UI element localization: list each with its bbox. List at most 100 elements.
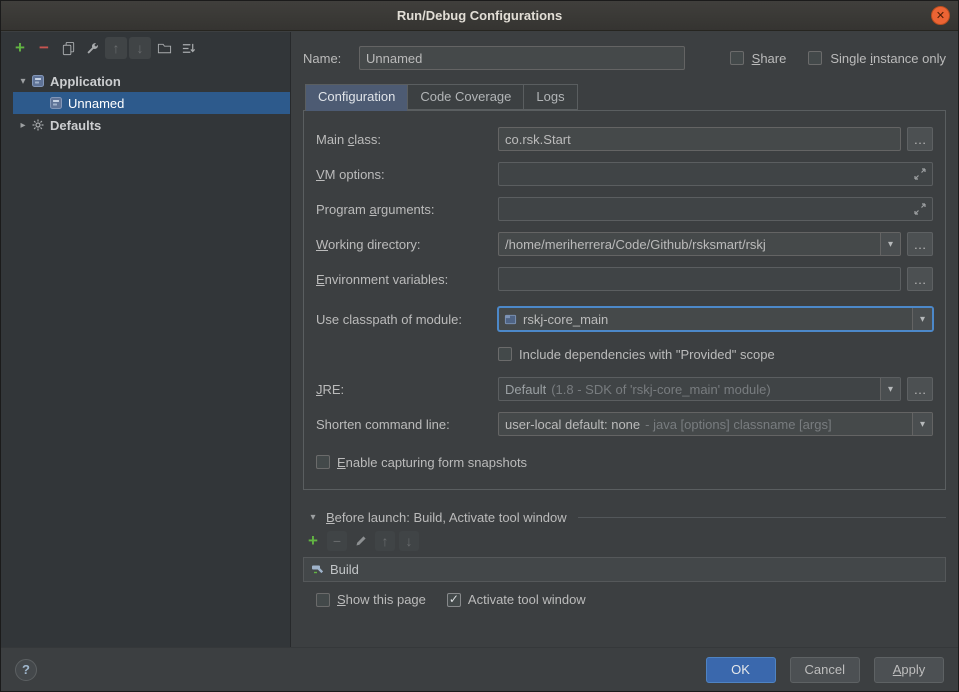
arrow-up-icon: ↑ xyxy=(113,40,120,56)
tab-configuration[interactable]: Configuration xyxy=(305,84,408,111)
include-provided-row: Include dependencies with "Provided" sco… xyxy=(316,342,933,366)
include-provided-checkbox[interactable] xyxy=(498,347,512,361)
tree-item-label: Defaults xyxy=(50,118,101,133)
configurations-sidebar: + − ↑ ↓ ▾ xyxy=(1,32,291,647)
before-launch-edit-button[interactable] xyxy=(351,531,371,551)
environment-variables-input[interactable] xyxy=(499,272,900,287)
footer-buttons: OK Cancel Apply xyxy=(706,657,944,683)
vm-options-input[interactable] xyxy=(499,167,913,182)
edit-defaults-button[interactable] xyxy=(81,37,103,59)
name-label: Name: xyxy=(303,51,359,66)
before-launch-title: Before launch: Build, Activate tool wind… xyxy=(326,510,567,525)
plus-icon: + xyxy=(308,531,318,551)
chevron-down-icon[interactable]: ▾ xyxy=(305,512,321,523)
add-configuration-button[interactable]: + xyxy=(9,37,31,59)
share-checkbox[interactable] xyxy=(730,51,744,65)
single-instance-checkbox[interactable] xyxy=(808,51,822,65)
shorten-command-line-hint: - java [options] classname [args] xyxy=(645,417,831,432)
dropdown-arrow-icon[interactable]: ▾ xyxy=(880,378,900,400)
jre-combobox[interactable]: Default (1.8 - SDK of 'rskj-core_main' m… xyxy=(498,377,901,401)
working-directory-browse-button[interactable]: … xyxy=(907,232,933,256)
move-down-button[interactable]: ↓ xyxy=(129,37,151,59)
shorten-command-line-value: user-local default: none xyxy=(499,417,640,432)
working-directory-row: Working directory: ▾ … xyxy=(316,232,933,256)
application-icon xyxy=(31,74,45,88)
header-checkboxes: Share Single instance only xyxy=(730,51,946,66)
environment-variables-field[interactable] xyxy=(498,267,901,291)
remove-configuration-button[interactable]: − xyxy=(33,37,55,59)
expand-icon[interactable] xyxy=(913,167,927,181)
ellipsis-icon: … xyxy=(914,237,927,252)
tab-code-coverage[interactable]: Code Coverage xyxy=(407,84,524,110)
dropdown-arrow-icon[interactable]: ▾ xyxy=(880,233,900,255)
close-icon: ✕ xyxy=(936,9,945,22)
chevron-down-icon[interactable]: ▾ xyxy=(15,76,31,87)
titlebar[interactable]: Run/Debug Configurations ✕ xyxy=(1,1,958,31)
close-button[interactable]: ✕ xyxy=(931,6,950,25)
before-launch-remove-button[interactable]: − xyxy=(327,531,347,551)
new-folder-button[interactable] xyxy=(153,37,175,59)
sort-configurations-button[interactable] xyxy=(177,37,199,59)
main-class-label: Main class: xyxy=(316,132,498,147)
wrench-icon xyxy=(85,41,100,56)
before-launch-item-build[interactable]: Build xyxy=(304,558,945,581)
capture-snapshots-checkbox[interactable] xyxy=(316,455,330,469)
before-launch-move-down-button[interactable]: ↓ xyxy=(399,531,419,551)
configurations-tree: ▾ Application Unnamed ▸ xyxy=(1,62,290,136)
copy-icon xyxy=(61,41,76,56)
copy-configuration-button[interactable] xyxy=(57,37,79,59)
ok-button[interactable]: OK xyxy=(706,657,776,683)
environment-variables-browse-button[interactable]: … xyxy=(907,267,933,291)
share-label[interactable]: Share xyxy=(752,51,787,66)
main-class-input[interactable] xyxy=(498,127,901,151)
program-arguments-field[interactable] xyxy=(498,197,933,221)
vm-options-field[interactable] xyxy=(498,162,933,186)
cancel-button[interactable]: Cancel xyxy=(790,657,860,683)
classpath-module-combobox[interactable]: rskj-core_main ▾ xyxy=(498,307,933,331)
working-directory-combobox[interactable]: ▾ xyxy=(498,232,901,256)
shorten-command-line-label: Shorten command line: xyxy=(316,417,498,432)
arrow-down-icon: ↓ xyxy=(137,40,144,56)
vm-options-label: VM options: xyxy=(316,167,498,182)
working-directory-input[interactable] xyxy=(499,237,880,252)
main-class-row: Main class: … xyxy=(316,127,933,151)
tree-item-defaults[interactable]: ▸ Defaults xyxy=(1,114,290,136)
jre-label: JRE: xyxy=(316,382,498,397)
tab-logs[interactable]: Logs xyxy=(523,84,577,110)
ellipsis-icon: … xyxy=(914,272,927,287)
apply-button[interactable]: Apply xyxy=(874,657,944,683)
include-provided-label[interactable]: Include dependencies with "Provided" sco… xyxy=(519,347,775,362)
before-launch-add-button[interactable]: + xyxy=(303,531,323,551)
chevron-right-icon[interactable]: ▸ xyxy=(15,120,31,131)
before-launch-header[interactable]: ▾ Before launch: Build, Activate tool wi… xyxy=(303,510,946,525)
jre-browse-button[interactable]: … xyxy=(907,377,933,401)
shorten-command-line-combobox[interactable]: user-local default: none - java [options… xyxy=(498,412,933,436)
dropdown-arrow-icon[interactable]: ▾ xyxy=(912,308,932,330)
question-icon: ? xyxy=(22,662,30,677)
before-launch-move-up-button[interactable]: ↑ xyxy=(375,531,395,551)
main-class-browse-button[interactable]: … xyxy=(907,127,933,151)
dropdown-arrow-icon[interactable]: ▾ xyxy=(912,413,932,435)
before-launch-options: Show this page Activate tool window xyxy=(303,592,946,607)
module-icon xyxy=(504,313,517,326)
capture-snapshots-label[interactable]: Enable capturing form snapshots xyxy=(337,455,527,470)
name-input[interactable] xyxy=(359,46,685,70)
activate-tool-window-label[interactable]: Activate tool window xyxy=(468,592,586,607)
single-instance-label[interactable]: Single instance only xyxy=(830,51,946,66)
show-this-page-checkbox[interactable] xyxy=(316,593,330,607)
activate-tool-window-checkbox[interactable] xyxy=(447,593,461,607)
main-panel: Name: Share Single instance only Configu… xyxy=(291,32,958,647)
program-arguments-input[interactable] xyxy=(499,202,913,217)
help-button[interactable]: ? xyxy=(15,659,37,681)
tab-bar: Configuration Code Coverage Logs xyxy=(303,84,946,110)
dialog-title: Run/Debug Configurations xyxy=(397,8,562,23)
show-this-page-label[interactable]: Show this page xyxy=(337,592,426,607)
separator xyxy=(578,517,946,518)
expand-icon[interactable] xyxy=(913,202,927,216)
capture-snapshots-row: Enable capturing form snapshots xyxy=(316,450,933,474)
tree-item-unnamed[interactable]: Unnamed xyxy=(13,92,290,114)
tree-item-application[interactable]: ▾ Application xyxy=(1,70,290,92)
minus-icon: − xyxy=(39,38,49,58)
move-up-button[interactable]: ↑ xyxy=(105,37,127,59)
ellipsis-icon: … xyxy=(914,132,927,147)
